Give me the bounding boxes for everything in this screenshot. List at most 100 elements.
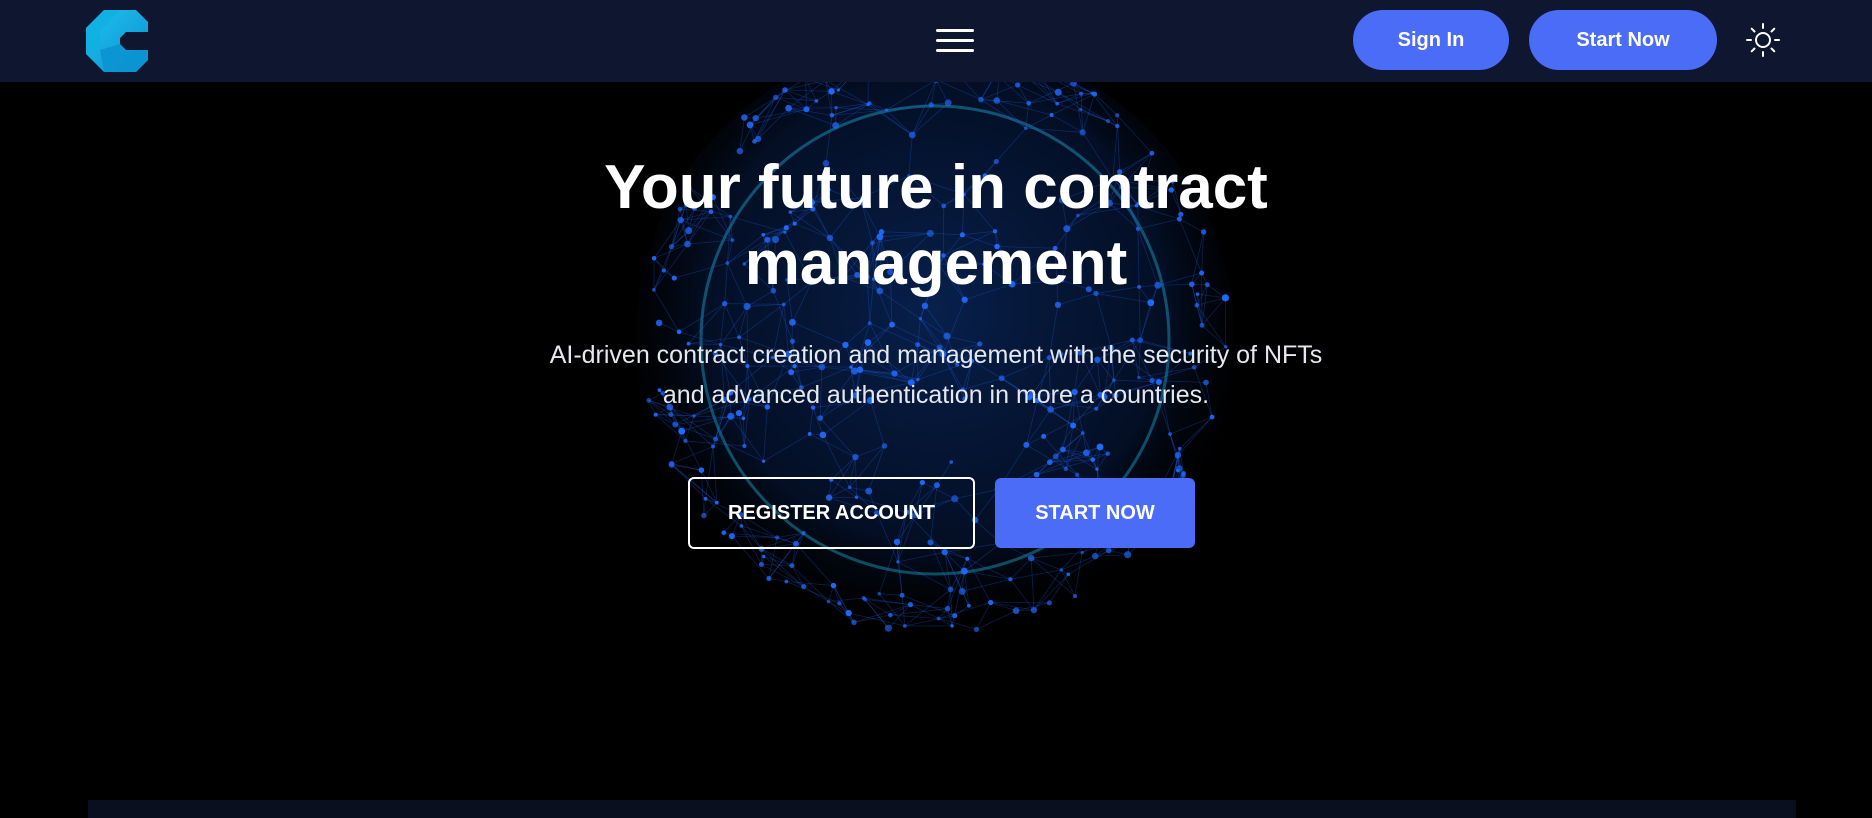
- brand-logo-icon[interactable]: [86, 10, 148, 72]
- network-node: [782, 87, 788, 93]
- network-node: [1209, 414, 1215, 420]
- hero-title-line-1: Your future in contract: [604, 153, 1268, 222]
- network-node: [655, 319, 663, 327]
- network-node: [921, 302, 929, 310]
- network-node: [789, 563, 795, 569]
- network-node: [952, 613, 958, 619]
- network-node: [676, 329, 682, 335]
- network-node: [1054, 88, 1062, 96]
- network-node: [1115, 113, 1120, 118]
- network-node: [713, 436, 719, 442]
- network-node: [1096, 443, 1104, 451]
- network-node: [896, 560, 900, 564]
- network-node: [1080, 550, 1084, 555]
- network-node: [742, 443, 747, 449]
- network-node: [830, 582, 837, 589]
- network-node: [772, 94, 779, 101]
- network-node: [1082, 449, 1090, 457]
- network-node: [678, 427, 686, 435]
- network-node: [884, 108, 889, 112]
- network-node: [908, 131, 916, 139]
- network-node: [781, 302, 786, 307]
- menu-bar-line: [936, 39, 974, 42]
- network-node: [1015, 82, 1021, 88]
- network-node: [950, 624, 954, 628]
- network-node: [803, 106, 810, 113]
- network-node: [889, 321, 895, 328]
- network-node: [949, 460, 954, 464]
- network-node: [1046, 600, 1052, 606]
- network-node: [1066, 572, 1071, 577]
- hamburger-menu-icon[interactable]: [936, 26, 974, 56]
- network-node: [1075, 472, 1080, 477]
- network-node: [851, 619, 857, 626]
- network-node: [834, 106, 838, 110]
- network-node: [899, 592, 905, 598]
- network-node: [801, 583, 807, 590]
- network-node: [958, 587, 966, 595]
- sun-icon[interactable]: [1745, 22, 1781, 58]
- network-node: [1181, 471, 1186, 476]
- network-node: [881, 443, 888, 449]
- network-node: [819, 431, 827, 439]
- network-node: [829, 112, 835, 118]
- network-node: [1070, 422, 1077, 429]
- network-node: [1024, 126, 1028, 130]
- network-node: [944, 99, 952, 107]
- network-node: [928, 102, 934, 108]
- network-node: [1090, 91, 1095, 96]
- network-node: [758, 561, 764, 568]
- network-node: [698, 467, 705, 474]
- network-node: [1177, 446, 1182, 451]
- network-node: [1199, 322, 1205, 328]
- network-node: [1105, 547, 1112, 554]
- network-node: [845, 609, 852, 617]
- network-node: [683, 438, 688, 443]
- network-node: [1023, 441, 1030, 448]
- network-node: [1063, 466, 1069, 472]
- network-node: [1008, 577, 1013, 582]
- hero-subtitle-line-2: and advanced authentication in more a co…: [662, 381, 1210, 409]
- network-node: [866, 102, 870, 107]
- network-node: [746, 121, 754, 129]
- network-node: [789, 318, 796, 326]
- sign-in-button[interactable]: Sign In: [1353, 10, 1509, 70]
- network-node: [1105, 451, 1111, 456]
- menu-bar-line: [936, 49, 974, 52]
- start-now-header-button[interactable]: Start Now: [1529, 10, 1717, 70]
- start-now-hero-button[interactable]: START NOW: [995, 478, 1195, 548]
- network-node: [1052, 453, 1059, 460]
- network-node: [852, 453, 859, 461]
- network-node: [1072, 594, 1078, 599]
- network-node: [1059, 568, 1064, 572]
- network-node: [766, 575, 772, 582]
- next-section-edge: [88, 800, 1796, 818]
- network-node: [918, 317, 923, 321]
- network-node: [1012, 607, 1020, 615]
- network-node: [884, 624, 892, 632]
- network-node: [752, 114, 759, 122]
- network-node: [1079, 91, 1084, 96]
- network-node: [907, 601, 914, 608]
- network-node: [1060, 446, 1066, 453]
- network-node: [1027, 554, 1035, 562]
- network-node: [1174, 452, 1182, 459]
- network-node: [807, 432, 812, 436]
- register-account-button[interactable]: REGISTER ACCOUNT: [688, 477, 975, 549]
- network-node: [993, 97, 1001, 104]
- network-node: [973, 626, 980, 633]
- network-node: [743, 302, 751, 311]
- network-node: [828, 88, 835, 95]
- network-node: [988, 599, 994, 606]
- network-node: [1046, 459, 1053, 466]
- network-node: [947, 586, 954, 593]
- network-node: [1106, 118, 1111, 124]
- network-node: [1033, 471, 1040, 478]
- network-node: [1090, 457, 1096, 462]
- network-node: [1054, 301, 1062, 309]
- network-node: [960, 567, 968, 575]
- network-node: [1055, 101, 1059, 106]
- network-node: [741, 416, 746, 421]
- top-navigation-bar: Sign In Start Now: [0, 0, 1872, 82]
- network-node: [1194, 302, 1200, 308]
